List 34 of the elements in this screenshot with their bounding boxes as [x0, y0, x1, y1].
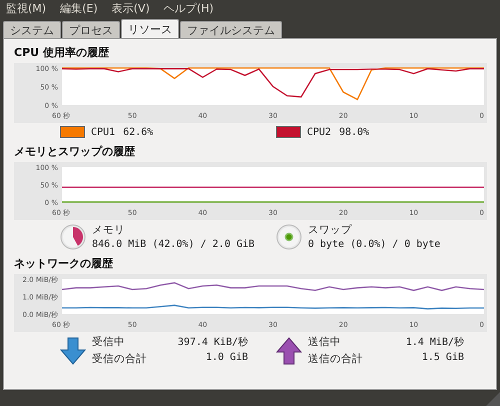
tab[interactable]: ファイルシステム	[180, 21, 282, 38]
total-value: 1.0 GiB	[204, 352, 248, 365]
color-swatch[interactable]	[276, 126, 301, 138]
legend-label: CPU2	[307, 126, 332, 138]
usage-pie-icon[interactable]	[60, 224, 86, 250]
usage-value: 846.0 MiB (42.0%) / 2.0 GiB	[92, 239, 255, 250]
legend-label: CPU1	[91, 126, 116, 138]
rate-value: 1.4 MiB/秒	[404, 336, 464, 349]
section-title: CPU 使用率の履歴	[14, 45, 110, 60]
tab[interactable]: プロセス	[62, 21, 120, 38]
legend-label: 送信中	[308, 335, 342, 349]
usage-value: 98.0%	[339, 126, 370, 138]
down-arrow-icon	[60, 336, 86, 364]
menu-item[interactable]: 監視(M)	[6, 1, 46, 16]
rate-value: 397.4 KiB/秒	[176, 336, 248, 349]
tab[interactable]: システム	[3, 21, 61, 38]
legend-label: 送信の合計	[308, 352, 364, 366]
legend-label: メモリ	[92, 223, 126, 237]
usage-value: 0 byte (0.0%) / 0 byte	[308, 239, 440, 250]
legend-label: スワップ	[308, 223, 353, 237]
up-arrow-icon	[276, 336, 302, 364]
legend-label: 受信中	[92, 335, 126, 349]
usage-value: 62.6%	[123, 126, 154, 138]
section-title: メモリとスワップの履歴	[14, 144, 136, 159]
resize-grip-icon[interactable]	[486, 392, 500, 406]
usage-pie-icon[interactable]	[276, 224, 302, 250]
menu-item[interactable]: 編集(E)	[60, 1, 98, 16]
legend-label: 受信の合計	[92, 352, 148, 366]
color-swatch[interactable]	[60, 126, 85, 138]
menu-item[interactable]: ヘルプ(H)	[164, 1, 214, 16]
total-value: 1.5 GiB	[420, 352, 464, 365]
section-title: ネットワークの履歴	[14, 256, 114, 271]
tab[interactable]: リソース	[121, 19, 179, 38]
menu-item[interactable]: 表示(V)	[112, 1, 150, 16]
